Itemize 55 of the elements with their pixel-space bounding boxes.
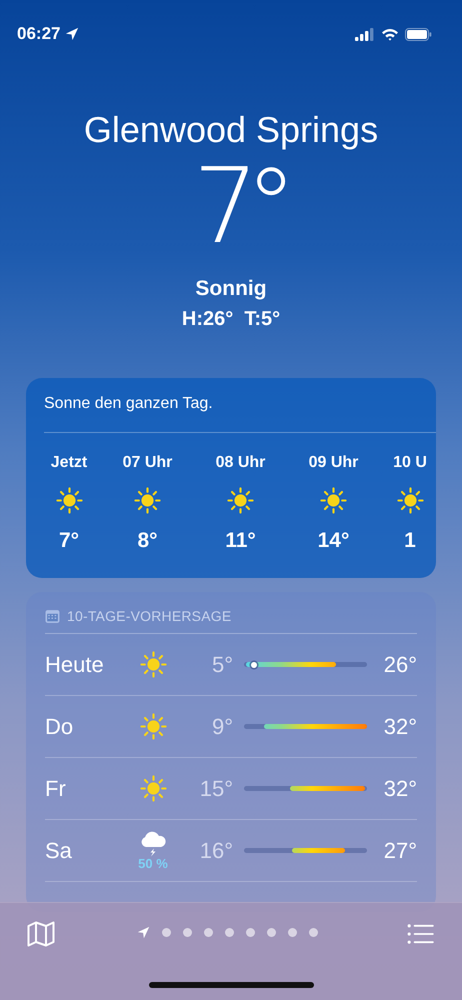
high-temperature: 32° <box>382 776 417 802</box>
section-title: 10-TAGE-VORHERSAGE <box>67 608 232 624</box>
hour-temperature: 7° <box>58 528 80 554</box>
map-icon[interactable] <box>27 921 55 947</box>
temperature-range-fill <box>292 848 345 853</box>
low-temperature: 15° <box>198 776 233 802</box>
high-low-text: H:26° T:5° <box>182 307 280 332</box>
page-dot[interactable] <box>204 928 213 937</box>
low-temperature: 16° <box>198 838 233 864</box>
list-icon[interactable] <box>407 924 435 944</box>
sun-icon <box>396 487 424 514</box>
hour-temperature: 11° <box>225 528 256 554</box>
status-time: 06:27 <box>17 24 60 44</box>
page-dot[interactable] <box>309 928 318 937</box>
forecast-summary: Sonne den ganzen Tag. <box>44 378 436 433</box>
precipitation-chance: 50 % <box>138 856 168 870</box>
sun-icon <box>134 487 161 514</box>
sun-icon <box>320 487 347 514</box>
high-temperature: 32° <box>382 714 417 740</box>
sun-icon <box>140 713 166 740</box>
signal-icon <box>355 28 375 40</box>
page-dot[interactable] <box>183 928 192 937</box>
city-name: Glenwood Springs <box>84 108 378 152</box>
hour-label: Jetzt <box>50 453 88 473</box>
low-temperature: 5° <box>210 652 233 678</box>
hour-temperature: 1 <box>404 528 416 554</box>
hour-temperature: 14° <box>318 528 350 554</box>
hour-label: 08 Uhr <box>216 453 266 473</box>
sun-icon <box>227 487 254 514</box>
page-dot[interactable] <box>267 928 276 937</box>
day-label: Fr <box>45 776 67 802</box>
page-dot[interactable] <box>246 928 255 937</box>
wifi-icon <box>381 28 399 40</box>
high-temperature: 26° <box>382 652 417 678</box>
hour-label: 10 U <box>393 453 427 473</box>
high-temperature: 27° <box>382 838 417 864</box>
sun-icon <box>140 775 166 802</box>
current-temperature: 7° <box>192 156 284 256</box>
low-temperature: 9° <box>210 714 233 740</box>
sun-icon <box>56 487 82 514</box>
home-indicator[interactable] <box>149 982 314 988</box>
hour-temperature: 8° <box>137 528 158 554</box>
sun-icon <box>140 651 166 678</box>
location-arrow-icon[interactable] <box>137 926 150 939</box>
page-dot[interactable] <box>225 928 234 937</box>
hour-label: 07 Uhr <box>122 453 172 473</box>
day-label: Do <box>45 714 74 740</box>
day-label: Heute <box>45 652 105 678</box>
calendar-icon <box>45 608 60 624</box>
page-dot[interactable] <box>162 928 171 937</box>
page-dot[interactable] <box>288 928 297 937</box>
hour-label: 09 Uhr <box>308 453 358 473</box>
condition-text: Sonnig <box>195 276 267 302</box>
day-label: Sa <box>45 838 73 864</box>
battery-icon <box>405 28 432 40</box>
